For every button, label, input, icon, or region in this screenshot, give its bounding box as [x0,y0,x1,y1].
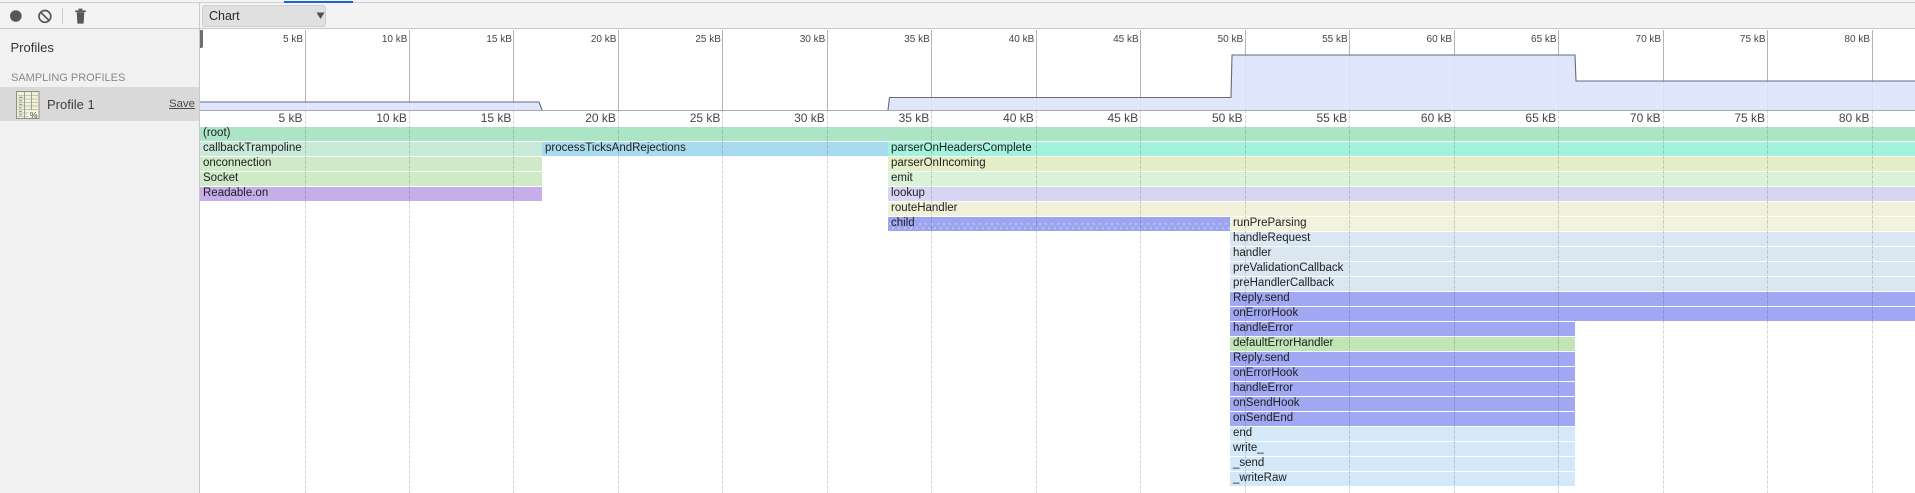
svg-text:%: % [30,110,38,119]
